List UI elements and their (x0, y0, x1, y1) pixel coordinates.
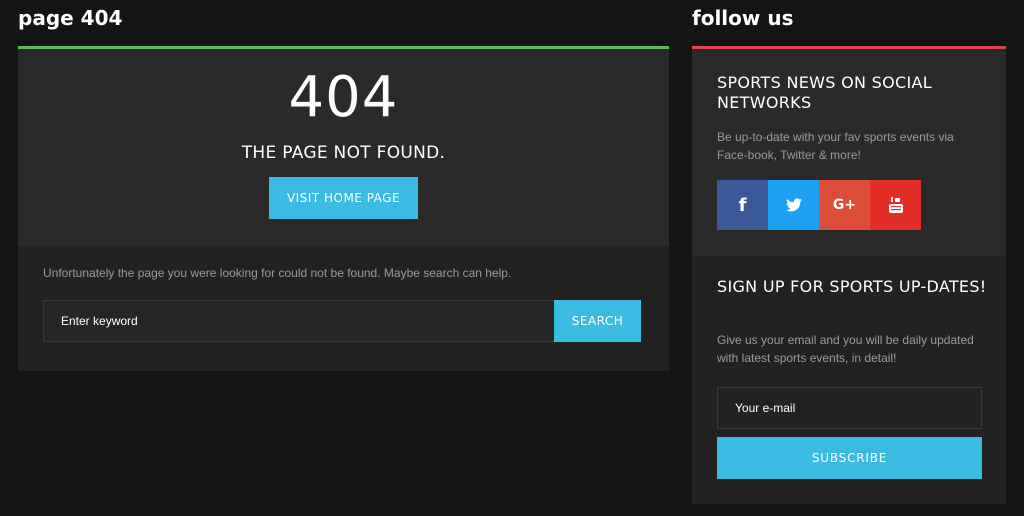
not-found-panel: 404 THE PAGE NOT FOUND. VISIT HOME PAGE … (18, 46, 669, 371)
follow-us-title: follow us (692, 6, 794, 30)
not-found-message: Unfortunately the page you were looking … (43, 266, 512, 280)
social-buttons: f G+ (717, 180, 921, 230)
signup-heading: SIGN UP FOR SPORTS UP-DATES! (717, 277, 987, 296)
search-input[interactable] (43, 300, 555, 342)
error-code: 404 (288, 65, 399, 130)
facebook-button[interactable]: f (717, 180, 768, 230)
search-area: Unfortunately the page you were looking … (18, 246, 669, 371)
youtube-icon (888, 197, 903, 213)
youtube-button[interactable] (870, 180, 921, 230)
search-button[interactable]: SEARCH (554, 300, 641, 342)
social-text: Be up-to-date with your fav sports event… (717, 130, 954, 162)
subscribe-button[interactable]: SUBSCRIBE (717, 437, 982, 479)
social-networks-box: SPORTS NEWS ON SOCIAL NETWORKS Be up-to-… (692, 49, 1006, 256)
email-input[interactable] (717, 387, 982, 429)
signup-box: SIGN UP FOR SPORTS UP-DATES! Give us you… (692, 256, 1006, 504)
not-found-heading: THE PAGE NOT FOUND. (241, 143, 446, 163)
signup-text: Give us your email and you will be daily… (717, 333, 974, 365)
twitter-icon (785, 198, 802, 212)
follow-us-panel: SPORTS NEWS ON SOCIAL NETWORKS Be up-to-… (692, 46, 1006, 504)
page-404-title: page 404 (18, 6, 123, 30)
not-found-hero: 404 THE PAGE NOT FOUND. VISIT HOME PAGE (18, 49, 669, 246)
visit-home-button[interactable]: VISIT HOME PAGE (269, 177, 418, 219)
google-plus-icon: G+ (832, 197, 857, 213)
twitter-button[interactable] (768, 180, 819, 230)
social-heading: SPORTS NEWS ON SOCIAL NETWORKS (717, 73, 932, 112)
google-plus-button[interactable]: G+ (819, 180, 870, 230)
facebook-icon: f (738, 194, 747, 216)
